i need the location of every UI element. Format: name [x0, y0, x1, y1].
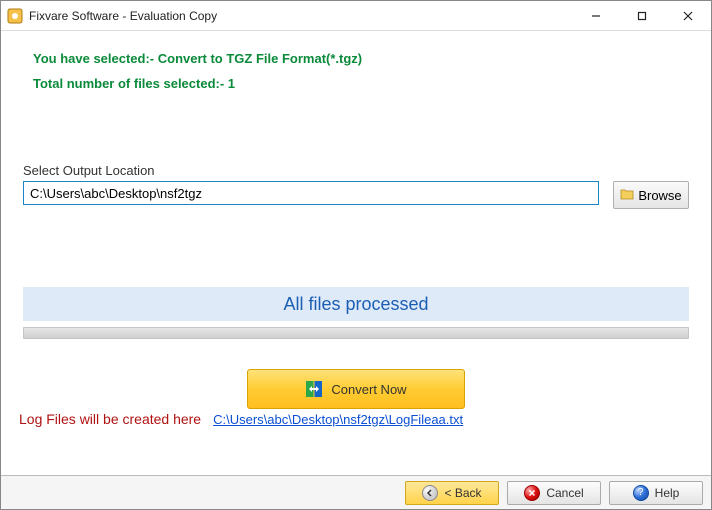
- convert-label: Convert Now: [331, 382, 406, 397]
- maximize-button[interactable]: [619, 1, 665, 30]
- app-icon: [7, 8, 23, 24]
- cancel-icon: [524, 485, 540, 501]
- window-controls: [573, 1, 711, 30]
- browse-label: Browse: [638, 188, 681, 203]
- file-count-text: Total number of files selected:- 1: [33, 76, 689, 91]
- output-path-input[interactable]: [23, 181, 599, 205]
- help-button[interactable]: ? Help: [609, 481, 703, 505]
- back-button[interactable]: < Back: [405, 481, 499, 505]
- body: You have selected:- Convert to TGZ File …: [1, 31, 711, 475]
- log-label: Log Files will be created here: [19, 411, 201, 427]
- bottom-bar: < Back Cancel ? Help: [1, 475, 711, 509]
- log-row: Log Files will be created here C:\Users\…: [19, 411, 463, 427]
- output-row: Browse: [23, 181, 689, 209]
- folder-icon: [620, 188, 634, 203]
- status-panel: All files processed: [23, 287, 689, 321]
- output-section: Select Output Location Browse: [23, 163, 689, 209]
- convert-now-button[interactable]: Convert Now: [247, 369, 465, 409]
- status-message: All files processed: [283, 294, 428, 315]
- cancel-label: Cancel: [546, 486, 583, 500]
- window-title: Fixvare Software - Evaluation Copy: [29, 9, 217, 23]
- output-label: Select Output Location: [23, 163, 689, 178]
- convert-icon: [305, 380, 323, 398]
- back-arrow-icon: [422, 485, 438, 501]
- back-label: < Back: [444, 486, 481, 500]
- help-icon: ?: [633, 485, 649, 501]
- titlebar: Fixvare Software - Evaluation Copy: [1, 1, 711, 31]
- help-label: Help: [655, 486, 680, 500]
- close-button[interactable]: [665, 1, 711, 30]
- selected-format-text: You have selected:- Convert to TGZ File …: [33, 51, 689, 66]
- cancel-button[interactable]: Cancel: [507, 481, 601, 505]
- log-path-link[interactable]: C:\Users\abc\Desktop\nsf2tgz\LogFileaa.t…: [213, 412, 463, 427]
- minimize-button[interactable]: [573, 1, 619, 30]
- progress-bar: [23, 327, 689, 339]
- app-window: Fixvare Software - Evaluation Copy You h…: [0, 0, 712, 510]
- browse-button[interactable]: Browse: [613, 181, 689, 209]
